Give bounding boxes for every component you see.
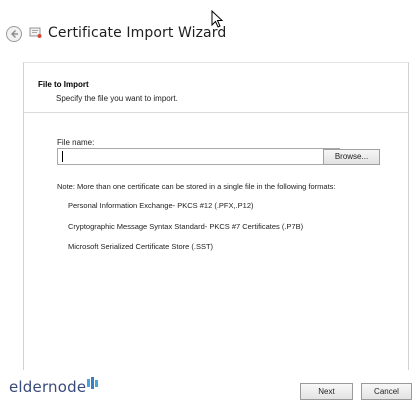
window-title: Certificate Import Wizard	[48, 25, 227, 41]
format-item: Microsoft Serialized Certificate Store (…	[68, 242, 214, 251]
format-item: Personal Information Exchange- PKCS #12 …	[68, 201, 254, 210]
file-name-input[interactable]	[57, 148, 340, 165]
title-bar: Certificate Import Wizard	[0, 0, 418, 62]
text-caret	[62, 151, 63, 162]
section-subtitle: Specify the file you want to import.	[56, 94, 178, 103]
back-arrow-icon	[11, 30, 18, 38]
cancel-button[interactable]: Cancel	[361, 383, 412, 400]
browse-button[interactable]: Browse...	[323, 149, 380, 165]
wizard-content: File to Import Specify the file you want…	[23, 62, 409, 370]
format-item: Cryptographic Message Syntax Standard- P…	[68, 222, 304, 231]
wizard-footer: eldernode Next Cancel	[0, 370, 418, 403]
eldernode-logo: eldernode	[9, 378, 87, 396]
certificate-icon	[29, 27, 42, 38]
logo-mark-icon	[87, 377, 98, 389]
file-name-label: File name:	[57, 138, 95, 147]
back-button[interactable]	[6, 26, 22, 42]
formats-note: Note: More than one certificate can be s…	[57, 182, 336, 191]
mouse-cursor-icon	[211, 10, 224, 28]
section-header: File to Import Specify the file you want…	[24, 63, 408, 113]
section-title: File to Import	[38, 80, 89, 89]
next-button[interactable]: Next	[300, 383, 353, 400]
